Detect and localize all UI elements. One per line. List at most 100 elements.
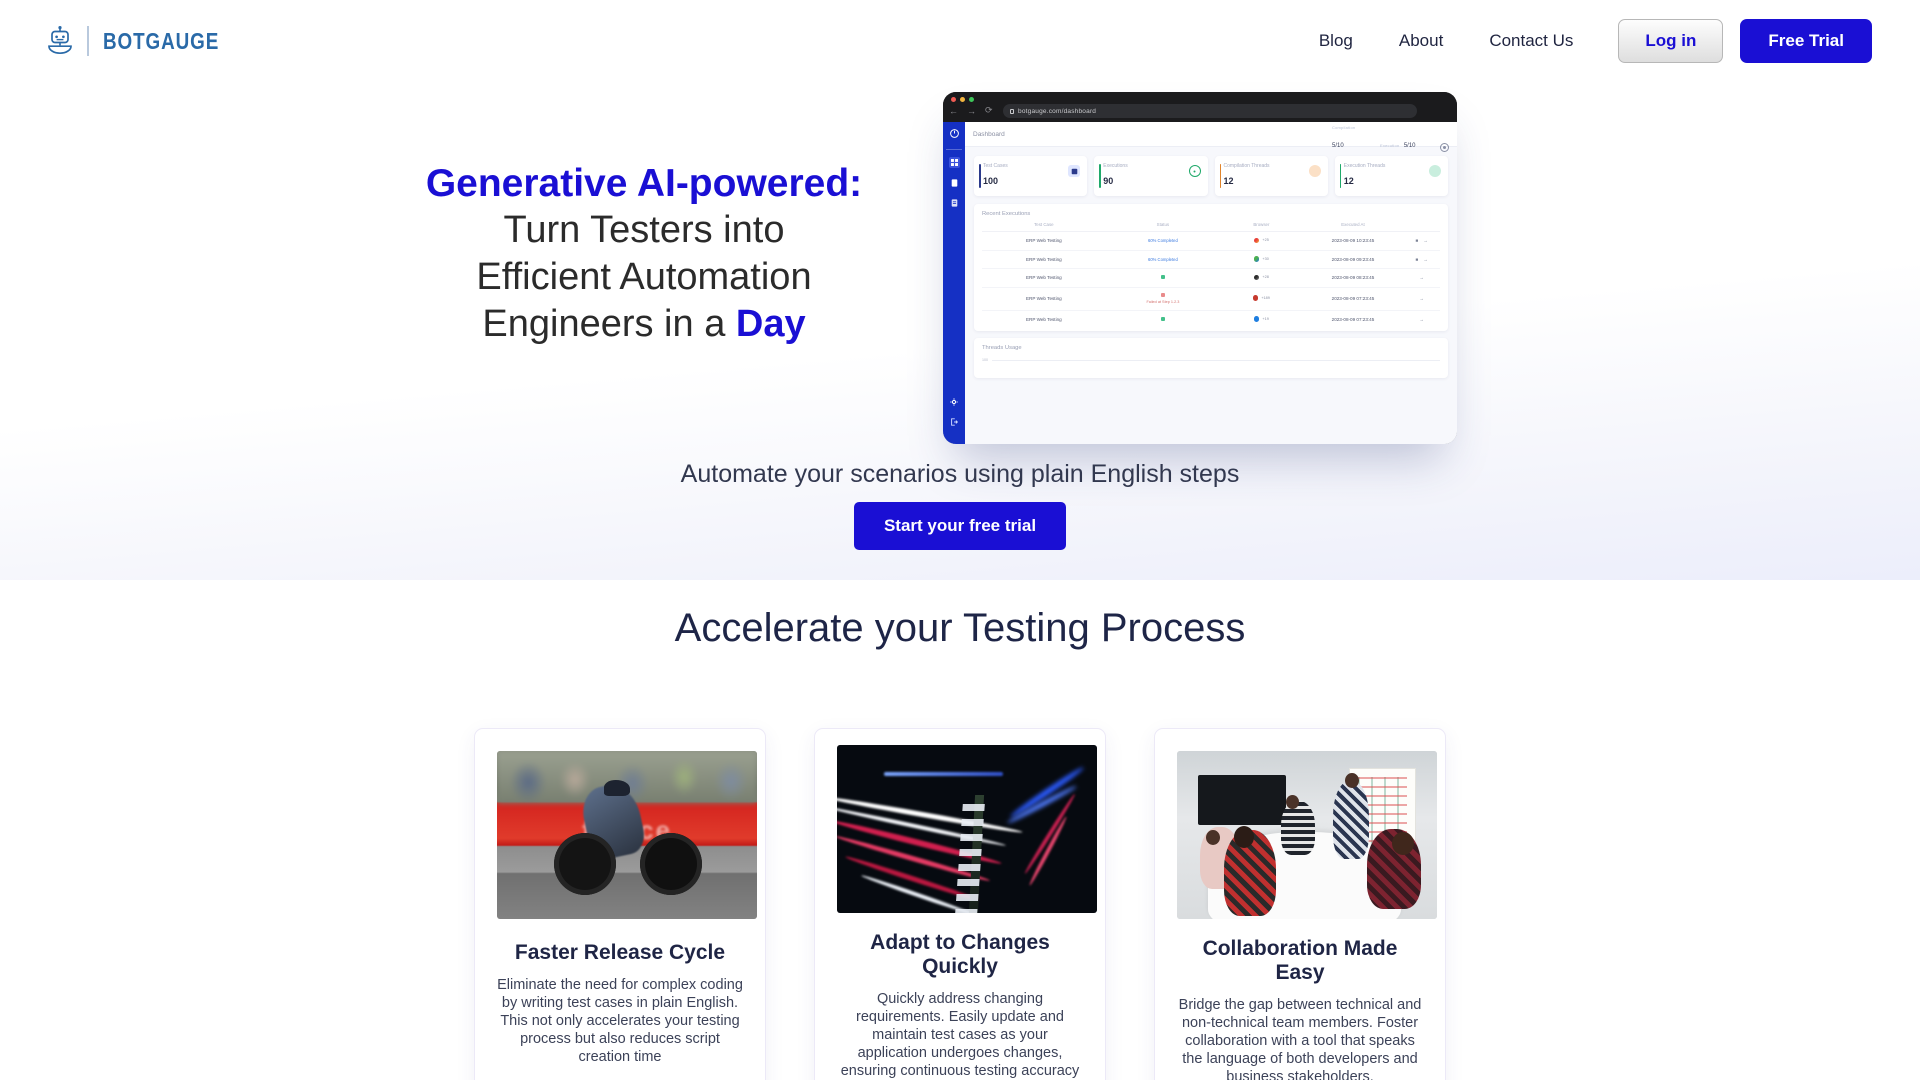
brand-divider — [87, 26, 89, 56]
table-row[interactable]: ERP Web Testing 60% Completed +25 2023-0… — [982, 231, 1440, 251]
sidebar-logout-icon[interactable] — [949, 416, 960, 427]
feature-card-grid: france Faster Release Cycle Eliminate th… — [0, 728, 1920, 1080]
status-progress-label: 60% Completed — [1148, 256, 1178, 262]
brand-logo[interactable]: BOTGAUGE — [47, 26, 245, 56]
cell-status: 60% Completed — [1105, 231, 1221, 251]
table-header-row: Test Case Status Browser Executed At — [982, 222, 1440, 232]
cell-executed-at: 2023-08-09 07:23:45 — [1331, 316, 1375, 322]
free-trial-button[interactable]: Free Trial — [1740, 19, 1872, 63]
feature-card-description: Eliminate the need for complex coding by… — [497, 977, 743, 1065]
opera-icon — [1252, 295, 1259, 301]
feature-card-title: Faster Release Cycle — [514, 941, 726, 964]
sidebar-settings-gear-icon[interactable] — [949, 396, 960, 407]
feature-card-adapt-to-changes-quickly[interactable]: Adapt to Changes Quickly Quickly address… — [814, 728, 1106, 1080]
cell-test-case: ERP Web Testing — [982, 287, 1106, 311]
browser-count: +25 — [1262, 238, 1269, 243]
top-navigation-bar: BOTGAUGE Blog About Contact Us Log in Fr… — [0, 0, 1920, 82]
forward-arrow-icon[interactable]: → — [967, 106, 976, 116]
reload-icon[interactable]: ⟳ — [985, 105, 993, 116]
nav-link-blog[interactable]: Blog — [1296, 31, 1376, 51]
headline-line-2: Turn Testers into — [503, 209, 785, 251]
cell-executed-at: 2023-08-09 10:23:45 — [1302, 231, 1404, 251]
sidebar-item-test-cases[interactable] — [949, 177, 960, 188]
chrome-icon — [1253, 274, 1260, 280]
sidebar-item-dashboard[interactable] — [948, 157, 960, 168]
sidebar-logo-icon[interactable] — [949, 128, 960, 139]
feature-card-faster-release-cycle[interactable]: france Faster Release Cycle Eliminate th… — [474, 728, 766, 1080]
threads-usage-panel: Threads Usage 100 — [974, 338, 1448, 378]
cell-browser: +30 — [1220, 250, 1303, 269]
stat-value: 12 — [1223, 176, 1234, 186]
stat-card-row: Test Cases 100 Executions 90 Compilation… — [965, 147, 1457, 196]
threads-usage-title: Threads Usage — [982, 345, 1022, 351]
nav-link-about[interactable]: About — [1376, 31, 1466, 51]
open-arrow-icon[interactable]: → — [1423, 238, 1428, 243]
delete-icon[interactable]: ■ — [1415, 257, 1418, 262]
table-row[interactable]: ERP Web Testing 60% Completed +30 2023-0… — [982, 250, 1440, 269]
stat-card-execution-threads: Execution Threads 12 — [1334, 156, 1448, 196]
usage-value-compilation: 5/10 — [1332, 143, 1344, 149]
back-arrow-icon[interactable]: ← — [949, 106, 958, 116]
status-progress-label: 60% Completed — [1148, 238, 1178, 244]
open-arrow-icon[interactable]: → — [1423, 257, 1428, 262]
brand-name: BOTGAUGE — [103, 27, 220, 54]
cell-executed-at: 2023-08-09 09:23:45 — [1302, 250, 1404, 269]
executions-icon — [1188, 165, 1201, 177]
cell-status: 60% Completed — [1105, 250, 1221, 269]
threads-axis-label: 100 — [982, 358, 988, 362]
mockup-main-panel: Dashboard Compilation 5/10 Execution 5/1… — [965, 122, 1457, 444]
stat-card-compilation-threads: Compilation Threads 12 — [1214, 156, 1328, 196]
delete-icon[interactable]: ■ — [1415, 238, 1418, 243]
mockup-app-body: Dashboard Compilation 5/10 Execution 5/1… — [943, 122, 1457, 444]
robot-head-icon — [47, 26, 73, 56]
cell-browser: +189 — [1220, 287, 1303, 311]
status-passed-icon — [1160, 275, 1165, 280]
status-passed-icon — [1160, 316, 1165, 321]
feature-card-description: Bridge the gap between technical and non… — [1178, 997, 1422, 1080]
feature-card-title: Adapt to Changes Quickly — [870, 931, 1050, 978]
window-traffic-lights — [951, 97, 974, 102]
usage-label-compilation: Compilation — [1332, 125, 1356, 130]
mockup-page-title: Dashboard — [973, 130, 1005, 138]
open-arrow-icon[interactable]: → — [1419, 296, 1424, 301]
test-cases-icon — [1068, 165, 1081, 177]
sidebar-item-reports[interactable] — [949, 197, 960, 208]
browser-count: +28 — [1262, 275, 1269, 280]
start-free-trial-button[interactable]: Start your free trial — [853, 502, 1067, 550]
feature-card-collaboration-made-easy[interactable]: Collaboration Made Easy Bridge the gap b… — [1154, 728, 1446, 1080]
stat-label: Test Cases — [983, 163, 1008, 169]
stat-label: Executions — [1103, 163, 1128, 169]
usage-meter-execution: Execution 5/10 — [1380, 134, 1417, 152]
usage-value-execution: 5/10 — [1403, 143, 1416, 149]
cell-actions: → — [1403, 268, 1440, 288]
open-arrow-icon[interactable]: → — [1419, 317, 1424, 322]
feature-image-highway — [837, 745, 1097, 913]
mockup-app-header: Dashboard Compilation 5/10 Execution 5/1… — [965, 122, 1457, 152]
mockup-sidebar — [943, 122, 965, 444]
column-header-executed-at: Executed At — [1302, 222, 1404, 232]
nav-link-contact-us[interactable]: Contact Us — [1466, 31, 1596, 51]
column-header-test-case[interactable]: Test Case — [982, 222, 1106, 232]
table-row[interactable]: ERP Web Testing +19 2023-08-09 07:23:45 … — [982, 310, 1440, 328]
hero-headline: Generative AI-powered: Turn Testers into… — [340, 160, 948, 348]
headline-line-3: Efficient Automation — [476, 256, 812, 298]
cell-status — [1106, 310, 1221, 328]
cell-actions: ■ → — [1403, 250, 1440, 269]
browser-count: +30 — [1262, 256, 1269, 261]
recent-executions-table: Test Case Status Browser Executed At ERP… — [982, 222, 1440, 328]
user-avatar-icon[interactable] — [1440, 143, 1449, 152]
cell-executed-at: 2023-08-09 08:23:45 — [1302, 268, 1404, 288]
headline-accent-line: Generative AI-powered: — [425, 162, 863, 205]
nav-right-group: Blog About Contact Us Log in Free Trial — [1296, 19, 1872, 63]
headline-line-4: Engineers in a — [482, 303, 736, 345]
table-row[interactable]: ERP Web Testing Failed at Step 1.2.3 +18… — [982, 287, 1440, 311]
column-header-status: Status — [1105, 222, 1221, 232]
login-button[interactable]: Log in — [1618, 19, 1724, 63]
execution-threads-icon — [1429, 165, 1441, 177]
threads-axis-line — [992, 359, 1440, 361]
table-row[interactable]: ERP Web Testing +28 2023-08-09 08:23:45 … — [982, 268, 1440, 288]
cell-browser: +25 — [1220, 231, 1303, 251]
sidebar-divider — [946, 149, 962, 150]
lock-icon — [1010, 108, 1014, 114]
open-arrow-icon[interactable]: → — [1419, 275, 1424, 280]
